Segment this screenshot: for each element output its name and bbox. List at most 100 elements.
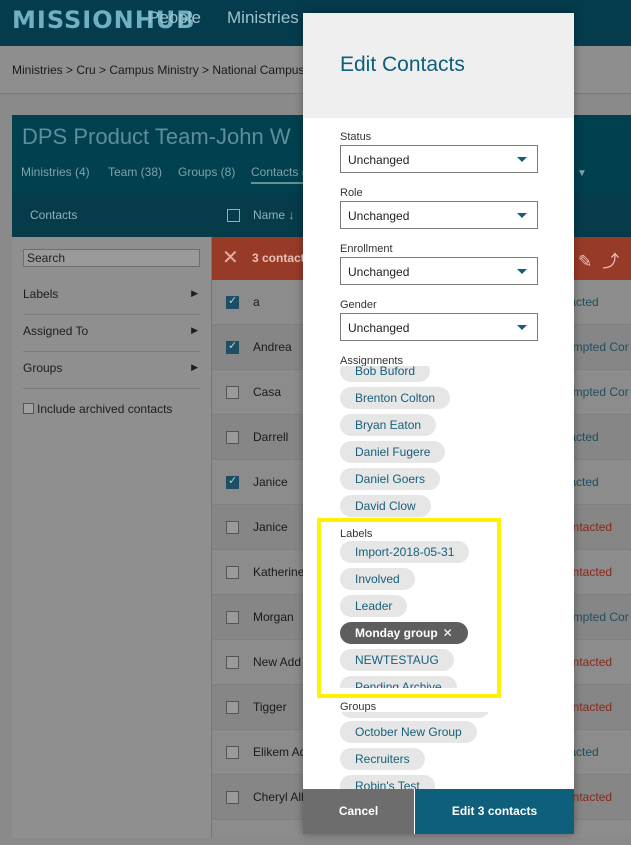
label-chip[interactable]: Involved bbox=[340, 568, 415, 590]
contact-name[interactable]: Cheryl Alb bbox=[253, 790, 308, 804]
caret-down-icon bbox=[517, 269, 527, 274]
row-checkbox[interactable] bbox=[226, 386, 239, 399]
filter-groups[interactable]: Groups ▶ bbox=[23, 352, 200, 389]
ministry-title: DPS Product Team-John W bbox=[22, 124, 291, 149]
assignment-chip[interactable]: Brenton Colton bbox=[340, 387, 451, 409]
group-chip[interactable]: October New Group bbox=[340, 721, 477, 743]
nav-people[interactable]: People bbox=[148, 8, 201, 28]
filter-label: Groups bbox=[23, 361, 63, 375]
row-checkbox[interactable] bbox=[226, 294, 239, 309]
row-checkbox[interactable] bbox=[226, 746, 239, 759]
clear-selection-icon[interactable]: ✕ bbox=[222, 245, 239, 270]
tab-team[interactable]: Team (38) bbox=[108, 165, 162, 179]
bulk-action-icons: ✎⤴ bbox=[578, 247, 629, 272]
tab-groups[interactable]: Groups (8) bbox=[178, 165, 235, 179]
breadcrumb[interactable]: Ministries > Cru > Campus Ministry > Nat… bbox=[12, 63, 304, 77]
labels-label: Labels bbox=[340, 528, 373, 540]
contact-name[interactable]: Katherine bbox=[253, 565, 304, 579]
groups-list[interactable]: October New Group Recruiters Robin's Tes… bbox=[340, 712, 540, 789]
row-checkbox[interactable] bbox=[226, 566, 239, 579]
filter-labels[interactable]: Labels ▶ bbox=[23, 278, 200, 315]
tab-ministries[interactable]: Ministries (4) bbox=[21, 165, 90, 179]
group-chip-partial[interactable] bbox=[340, 712, 490, 718]
role-value: Unchanged bbox=[348, 209, 410, 223]
modal-title: Edit Contacts bbox=[340, 53, 465, 76]
label-chip[interactable]: NEWTESTAUG bbox=[340, 649, 454, 671]
edit-pencil-icon[interactable]: ✎ bbox=[578, 252, 602, 271]
assignment-chip[interactable]: Daniel Goers bbox=[340, 468, 441, 490]
tab-more-caret-icon[interactable]: ▼ bbox=[577, 168, 587, 179]
row-checkbox[interactable] bbox=[226, 701, 239, 714]
contact-name[interactable]: Janice bbox=[253, 520, 288, 534]
filter-panel-heading: Contacts bbox=[12, 193, 212, 237]
contact-name[interactable]: Andrea bbox=[253, 340, 292, 354]
contact-status: empted Cor bbox=[566, 385, 629, 399]
include-archived-checkbox[interactable]: Include archived contacts bbox=[23, 402, 172, 416]
label-chip-text: Monday group bbox=[355, 626, 438, 640]
assignment-chip[interactable]: Bob Buford bbox=[340, 366, 431, 382]
modal-header: Edit Contacts bbox=[303, 13, 574, 118]
contact-name[interactable]: New Add bbox=[253, 655, 301, 669]
assignment-chip[interactable]: David Clow bbox=[340, 495, 431, 517]
label-chip[interactable]: Leader bbox=[340, 595, 408, 617]
caret-down-icon bbox=[517, 325, 527, 330]
status-value: Unchanged bbox=[348, 153, 410, 167]
contact-name[interactable]: Janice bbox=[253, 475, 288, 489]
row-checkbox[interactable] bbox=[226, 474, 239, 489]
row-checkbox[interactable] bbox=[226, 791, 239, 804]
contact-name[interactable]: Darrell bbox=[253, 430, 288, 444]
caret-down-icon bbox=[517, 157, 527, 162]
modal-footer: Cancel Edit 3 contacts bbox=[303, 789, 574, 834]
caret-down-icon bbox=[517, 213, 527, 218]
contacts-filter-panel: Contacts Labels ▶ Assigned To ▶ Groups ▶… bbox=[12, 193, 212, 838]
role-select[interactable]: Unchanged bbox=[340, 201, 538, 229]
select-all-checkbox[interactable] bbox=[227, 209, 240, 222]
checkbox-icon bbox=[23, 403, 34, 414]
gender-value: Unchanged bbox=[348, 321, 410, 335]
tab-contacts[interactable]: Contacts ( bbox=[251, 165, 306, 184]
group-chip[interactable]: Robin's Test bbox=[340, 775, 435, 789]
gender-select[interactable]: Unchanged bbox=[340, 313, 538, 341]
label-chip[interactable]: Pending Archive bbox=[340, 676, 457, 688]
row-checkbox[interactable] bbox=[226, 656, 239, 669]
page: MISSIONHUB People Ministries Ministries … bbox=[0, 0, 631, 845]
contact-name[interactable]: a bbox=[253, 295, 260, 309]
status-label: Status bbox=[340, 131, 372, 143]
contacts-search-input[interactable] bbox=[23, 249, 200, 267]
transfer-icon[interactable]: ⤴ bbox=[602, 252, 629, 271]
row-checkbox[interactable] bbox=[226, 611, 239, 624]
nav-ministries[interactable]: Ministries bbox=[227, 8, 299, 28]
row-checkbox[interactable] bbox=[226, 339, 239, 354]
contact-name[interactable]: Casa bbox=[253, 385, 281, 399]
chevron-right-icon: ▶ bbox=[191, 362, 198, 372]
include-archived-label: Include archived contacts bbox=[37, 402, 173, 416]
chevron-right-icon: ▶ bbox=[191, 325, 198, 335]
assignments-list[interactable]: Bob Buford Brenton Colton Bryan Eaton Da… bbox=[340, 366, 540, 518]
group-chip[interactable]: Recruiters bbox=[340, 748, 425, 770]
assignment-chip[interactable]: Bryan Eaton bbox=[340, 414, 437, 436]
status-select[interactable]: Unchanged bbox=[340, 145, 538, 173]
row-checkbox[interactable] bbox=[226, 431, 239, 444]
gender-label: Gender bbox=[340, 299, 377, 311]
role-label: Role bbox=[340, 187, 363, 199]
name-column-header[interactable]: Name ↓ bbox=[253, 208, 294, 222]
row-checkbox[interactable] bbox=[226, 521, 239, 534]
label-chip[interactable]: Import-2018-05-31 bbox=[340, 541, 470, 563]
contact-name[interactable]: Morgan bbox=[253, 610, 294, 624]
contact-status: empted Cor bbox=[566, 610, 629, 624]
contact-status: empted Cor bbox=[566, 340, 629, 354]
remove-label-icon[interactable]: ✕ bbox=[443, 626, 453, 640]
edit-contacts-button[interactable]: Edit 3 contacts bbox=[415, 789, 574, 834]
enrollment-select[interactable]: Unchanged bbox=[340, 257, 538, 285]
assignment-chip[interactable]: Daniel Fugere bbox=[340, 441, 446, 463]
cancel-button[interactable]: Cancel bbox=[303, 789, 414, 834]
filter-label: Labels bbox=[23, 287, 59, 301]
filter-assigned-to[interactable]: Assigned To ▶ bbox=[23, 315, 200, 352]
enrollment-label: Enrollment bbox=[340, 243, 393, 255]
contact-name[interactable]: Tigger bbox=[253, 700, 287, 714]
filter-label: Assigned To bbox=[23, 324, 89, 338]
contact-name[interactable]: Elikem Ad bbox=[253, 745, 306, 759]
edit-contacts-modal: Edit Contacts Status Unchanged Role Unch… bbox=[303, 13, 574, 834]
labels-list[interactable]: Import-2018-05-31 Involved Leader Monday… bbox=[340, 540, 540, 688]
label-chip-selected[interactable]: Monday group ✕ bbox=[340, 622, 468, 644]
